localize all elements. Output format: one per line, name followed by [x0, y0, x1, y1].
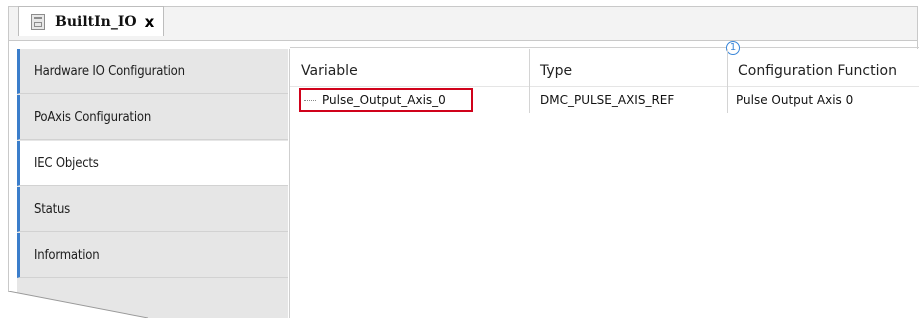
- iec-objects-panel: 1 Variable Type Configuration Function P…: [289, 41, 919, 318]
- sidebar-item-label: Hardware IO Configuration: [34, 63, 185, 79]
- sidebar-item-poaxis-configuration[interactable]: PoAxis Configuration: [17, 95, 288, 140]
- sidebar-item-label: Information: [34, 247, 100, 263]
- tab-builtin-io[interactable]: BuiltIn_IO x: [18, 6, 164, 36]
- column-header-variable[interactable]: Variable: [301, 63, 358, 79]
- sidebar-item-iec-objects[interactable]: IEC Objects: [17, 141, 288, 186]
- table-row[interactable]: Pulse_Output_Axis_0 DMC_PULSE_AXIS_REF P…: [290, 88, 919, 113]
- sidebar-item-label: PoAxis Configuration: [34, 109, 152, 125]
- variable-highlight-box: [299, 88, 473, 112]
- tab-title: BuiltIn_IO: [55, 13, 137, 30]
- column-header-configuration-function[interactable]: Configuration Function: [738, 63, 897, 79]
- cell-type: DMC_PULSE_AXIS_REF: [540, 93, 675, 107]
- sidebar-item-label: IEC Objects: [34, 155, 99, 171]
- close-icon[interactable]: x: [145, 13, 155, 31]
- cell-configuration-function: Pulse Output Axis 0: [736, 93, 854, 107]
- column-header-type[interactable]: Type: [540, 63, 572, 79]
- sidebar-item-status[interactable]: Status: [17, 187, 288, 232]
- sidebar-corner-decoration: [8, 291, 148, 318]
- sidebar-item-label: Status: [34, 201, 71, 217]
- header-top-rule: [290, 47, 919, 48]
- device-icon: [31, 13, 45, 30]
- sidebar-item-information[interactable]: Information: [17, 233, 288, 278]
- table-header: Variable Type Configuration Function: [290, 49, 919, 87]
- sidebar: Hardware IO Configuration PoAxis Configu…: [17, 49, 288, 318]
- sidebar-item-hardware-io-configuration[interactable]: Hardware IO Configuration: [17, 49, 288, 94]
